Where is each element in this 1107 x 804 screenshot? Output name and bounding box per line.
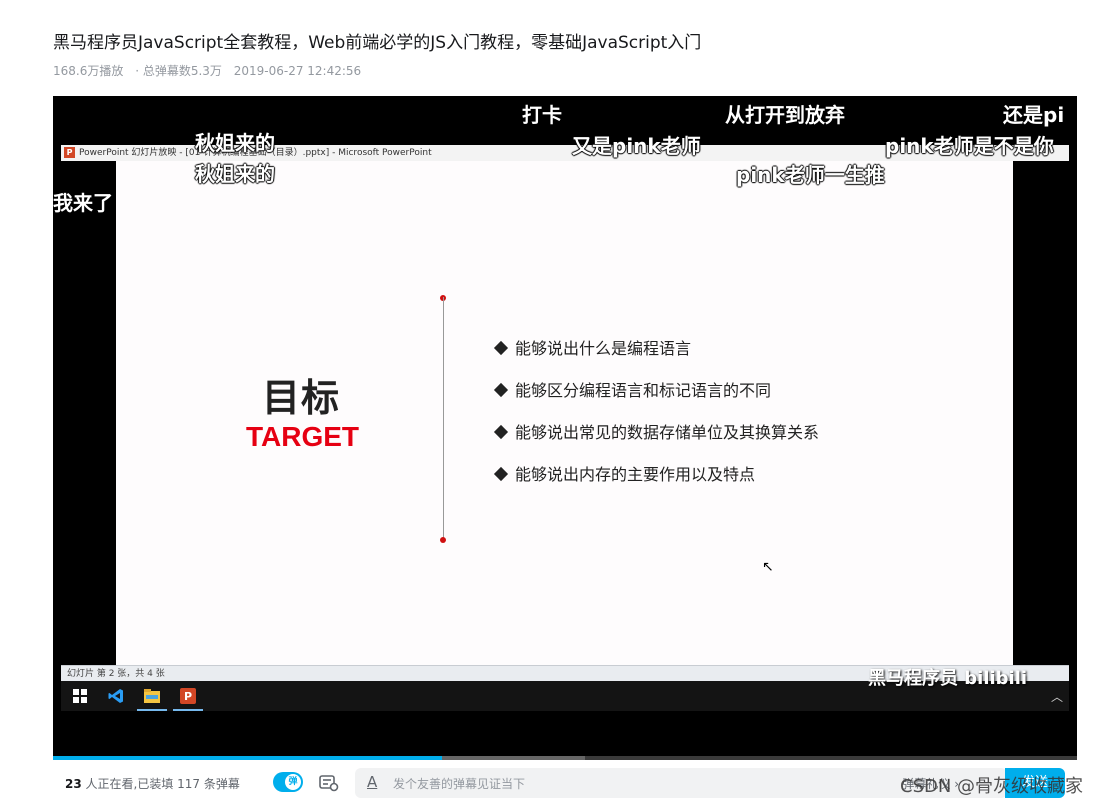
danmaku-comment: 从打开到放弃 (725, 103, 845, 127)
csdn-watermark: CSDN @骨灰级收藏家 (900, 776, 1084, 797)
danmaku-comment: 还是pi (1003, 103, 1065, 127)
progress-played (53, 756, 443, 760)
slide-counter: 幻灯片 第 2 张，共 4 张 (67, 669, 165, 679)
channel-watermark: 黑马程序员 bilibili (868, 668, 1028, 689)
bullet-item: 能够区分编程语言和标记语言的不同 (493, 381, 819, 423)
danmaku-comment: 打卡 (522, 103, 562, 127)
danmaku-count: · 总弹幕数5.3万 (135, 64, 222, 78)
vscode-icon[interactable] (101, 683, 131, 709)
video-player[interactable]: P PowerPoint 幻灯片放映 - [01-计算机编程基础（目录）.pptx… (53, 96, 1077, 760)
chevron-up-icon[interactable]: ︿ (1051, 688, 1063, 705)
powerpoint-app-icon: P (64, 147, 75, 158)
slide-heading: 目标 (262, 376, 341, 420)
bullet-item: 能够说出什么是编程语言 (493, 339, 819, 381)
bullet-item: 能够说出常见的数据存储单位及其换算关系 (493, 423, 819, 465)
windows-start-icon[interactable] (65, 683, 95, 709)
divider-bottom-dot (440, 537, 446, 543)
diamond-bullet-icon (493, 466, 509, 482)
slide-divider (443, 297, 444, 540)
danmaku-toggle-label: 弹 (285, 774, 301, 790)
danmaku-comment: 秋姐来的 (195, 162, 275, 186)
bullet-item: 能够说出内存的主要作用以及特点 (493, 465, 819, 507)
danmaku-settings-icon[interactable] (318, 772, 340, 792)
slide-bullets: 能够说出什么是编程语言 能够区分编程语言和标记语言的不同 能够说出常见的数据存储… (493, 339, 819, 507)
progress-bar[interactable] (53, 756, 1077, 760)
danmaku-comment: pink老师是不是你 (885, 134, 1054, 158)
svg-text:P: P (184, 690, 192, 703)
danmaku-comment: pink老师一生推 (736, 163, 885, 187)
play-count: 168.6万播放 (53, 64, 124, 78)
slide: 目标 TARGET 能够说出什么是编程语言 能够区分编程语言和标记语言的不同 能… (116, 161, 1013, 665)
diamond-bullet-icon (493, 382, 509, 398)
powerpoint-window: P PowerPoint 幻灯片放映 - [01-计算机编程基础（目录）.pptx… (61, 145, 1069, 713)
publish-date: 2019-06-27 12:42:56 (233, 64, 362, 78)
viewer-status: 23 人正在看,已装填 117 条弹幕 (65, 777, 240, 791)
danmaku-style-icon[interactable]: A (367, 773, 377, 791)
diamond-bullet-icon (493, 340, 509, 356)
danmaku-toggle[interactable]: 弹 (273, 772, 303, 792)
danmaku-comment: 秋姐来的 (195, 131, 275, 155)
powerpoint-icon[interactable]: P (173, 683, 203, 711)
danmaku-comment: 又是pink老师 (572, 134, 701, 158)
file-explorer-icon[interactable] (137, 683, 167, 711)
video-title: 黑马程序员JavaScript全套教程，Web前端必学的JS入门教程，零基础Ja… (53, 33, 702, 53)
slide-subheading: TARGET (246, 421, 360, 452)
mouse-cursor-icon: ↖ (762, 559, 774, 575)
danmaku-input[interactable] (391, 774, 915, 794)
danmaku-comment: 我来了 (53, 191, 113, 215)
video-meta: 168.6万播放 · 总弹幕数5.3万 2019-06-27 12:42:56 (53, 62, 369, 79)
diamond-bullet-icon (493, 424, 509, 440)
